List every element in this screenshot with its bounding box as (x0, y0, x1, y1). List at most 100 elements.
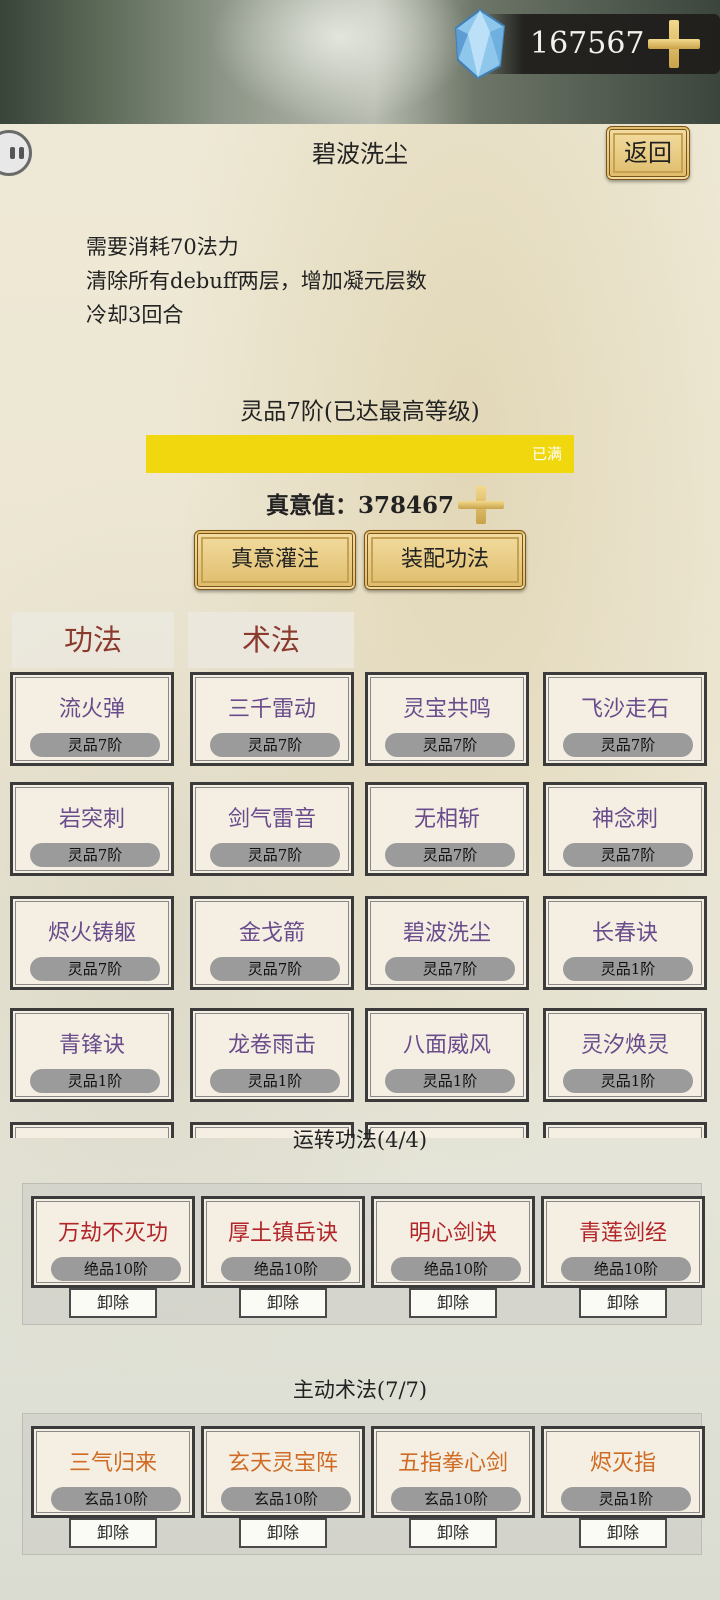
skill-card-name: 岩突刺 (58, 807, 125, 832)
slot-skill-grade: 玄品10阶 (51, 1487, 181, 1511)
progress-label: 已满 (531, 445, 562, 463)
skill-card[interactable]: 流火弹灵品7阶 (10, 672, 174, 766)
remove-button[interactable]: 卸除 (69, 1518, 157, 1548)
active-slot-card[interactable]: 烬灭指灵品1阶 (541, 1426, 705, 1518)
slot-skill-name: 玄天灵宝阵 (227, 1451, 338, 1476)
running-slots: 万劫不灭功 绝品10阶 卸除 厚土镇岳诀 绝品10阶 卸除 明心剑诀 绝品10阶 卸除 青莲剑经绝… (22, 1183, 705, 1325)
skill-card-grade: 灵品1阶 (563, 957, 693, 981)
slot-skill-grade: 玄品10阶 (391, 1487, 521, 1511)
skill-card-partial[interactable] (543, 1122, 707, 1138)
infuse-button[interactable]: 真意灌注 (194, 530, 356, 590)
remove-button[interactable]: 卸除 (239, 1288, 327, 1318)
skill-card-name: 金戈箭 (238, 921, 305, 946)
slot-skill-grade: 绝品10阶 (51, 1257, 181, 1281)
slot-skill-name: 厚土镇岳诀 (227, 1221, 338, 1246)
skill-card-partial[interactable] (10, 1122, 174, 1138)
skill-title: 碧波洗尘 (312, 140, 408, 168)
skill-desc-line-3: 冷却3回合 (86, 303, 184, 327)
slot-skill-name: 万劫不灭功 (57, 1221, 168, 1246)
skill-card-grade: 灵品1阶 (210, 1069, 340, 1093)
skill-card-name: 三千雷动 (227, 697, 316, 722)
skill-card-name: 烬火铸躯 (47, 921, 136, 946)
skill-card-name: 飞沙走石 (580, 697, 669, 722)
remove-button[interactable]: 卸除 (579, 1288, 667, 1318)
active-slot-card[interactable]: 玄天灵宝阵玄品10阶 (201, 1426, 365, 1518)
skill-card-name: 八面威风 (402, 1033, 491, 1058)
slot-skill-grade: 绝品10阶 (391, 1257, 521, 1281)
skill-card-name: 长春诀 (591, 921, 658, 946)
slot-skill-grade: 绝品10阶 (561, 1257, 691, 1281)
skill-card[interactable]: 碧波洗尘灵品7阶 (365, 896, 529, 990)
skill-card[interactable]: 无相斩灵品7阶 (365, 782, 529, 876)
skill-card-name: 灵汐焕灵 (580, 1033, 669, 1058)
skill-card-grade: 灵品7阶 (30, 957, 160, 981)
skill-card-grade: 灵品7阶 (30, 843, 160, 867)
running-slot-card[interactable]: 万劫不灭功绝品10阶 (31, 1196, 195, 1288)
skill-card-grade: 灵品7阶 (385, 733, 515, 757)
add-essence-icon[interactable] (458, 486, 504, 524)
skill-card-grade: 灵品7阶 (210, 733, 340, 757)
skill-card[interactable]: 烬火铸躯灵品7阶 (10, 896, 174, 990)
progress-fill (146, 435, 574, 473)
skill-card[interactable]: 岩突刺灵品7阶 (10, 782, 174, 876)
level-title: 灵品7阶(已达最高等级) (240, 399, 480, 425)
skill-card[interactable]: 神念刺灵品7阶 (543, 782, 707, 876)
skill-card-grade: 灵品7阶 (210, 843, 340, 867)
skill-card[interactable]: 龙卷雨击 灵品1阶 (190, 1008, 354, 1102)
active-slot-card[interactable]: 三气归来玄品10阶 (31, 1426, 195, 1518)
active-slots: 三气归来 玄品10阶 卸除 玄天灵宝阵 玄品10阶 卸除 五指拳心剑 玄品10阶 卸除 烬灭指 灵品… (22, 1413, 705, 1555)
skill-card-name: 剑气雷音 (227, 807, 316, 832)
slot-skill-name: 三气归来 (68, 1451, 157, 1476)
remove-button[interactable]: 卸除 (579, 1518, 667, 1548)
skill-card-grade: 灵品1阶 (30, 1069, 160, 1093)
skill-card[interactable]: 灵汐焕灵灵品1阶 (543, 1008, 707, 1102)
slot-skill-name: 青莲剑经 (578, 1221, 667, 1246)
skill-card-name: 流火弹 (58, 697, 125, 722)
skill-card-grade: 灵品1阶 (563, 1069, 693, 1093)
skill-card[interactable]: 青锋诀灵品1阶 (10, 1008, 174, 1102)
tab-shufa[interactable]: 术法 (188, 612, 354, 668)
slot-skill-grade: 灵品1阶 (561, 1487, 691, 1511)
skill-grid[interactable]: 流火弹 灵品7阶 三千雷动 灵品7阶 灵宝共鸣 灵品7阶 飞沙走石 灵品7阶 岩突刺 灵品7阶 剑气… (10, 672, 714, 1138)
equip-skill-button[interactable]: 装配功法 (364, 530, 526, 590)
currency-value: 167567 (530, 26, 645, 61)
running-section-title: 运转功法(4/4) (292, 1128, 428, 1152)
plus-icon[interactable] (648, 20, 700, 68)
slot-skill-grade: 绝品10阶 (221, 1257, 351, 1281)
remove-button[interactable]: 卸除 (69, 1288, 157, 1318)
back-button[interactable]: 返回 (606, 126, 690, 180)
skill-card-name: 青锋诀 (58, 1033, 125, 1058)
remove-button[interactable]: 卸除 (409, 1288, 497, 1318)
skill-card[interactable]: 长春诀灵品1阶 (543, 896, 707, 990)
tab-gongfa[interactable]: 功法 (12, 612, 174, 668)
skill-card[interactable]: 三千雷动灵品7阶 (190, 672, 354, 766)
skill-card-grade: 灵品7阶 (385, 957, 515, 981)
remove-button[interactable]: 卸除 (239, 1518, 327, 1548)
skill-card-name: 无相斩 (413, 807, 480, 832)
essence-value: 378467 (358, 492, 455, 519)
essence-display: 真意值：378467 (266, 486, 454, 526)
skill-card-grade: 灵品7阶 (563, 843, 693, 867)
skill-card-grade: 灵品7阶 (210, 957, 340, 981)
running-slot-card[interactable]: 明心剑诀 绝品10阶 (371, 1196, 535, 1288)
skill-card-grade: 灵品7阶 (30, 733, 160, 757)
skill-card-grade: 灵品7阶 (385, 843, 515, 867)
skill-desc-line-1: 需要消耗70法力 (86, 235, 239, 259)
skill-card-name: 灵宝共鸣 (402, 697, 491, 722)
slot-skill-name: 烬灭指 (589, 1451, 656, 1476)
active-slot-card[interactable]: 五指拳心剑玄品10阶 (371, 1426, 535, 1518)
skill-card-name: 碧波洗尘 (402, 921, 491, 946)
skill-card-name: 神念刺 (591, 807, 658, 832)
remove-button[interactable]: 卸除 (409, 1518, 497, 1548)
slot-skill-name: 五指拳心剑 (397, 1451, 508, 1476)
skill-card[interactable]: 灵宝共鸣灵品7阶 (365, 672, 529, 766)
skill-card[interactable]: 金戈箭灵品7阶 (190, 896, 354, 990)
diamond-gem-icon (454, 8, 506, 80)
skill-card[interactable]: 剑气雷音灵品7阶 (190, 782, 354, 876)
skill-card[interactable]: 飞沙走石 灵品7阶 (543, 672, 707, 766)
skill-card[interactable]: 八面威风 灵品1阶 (365, 1008, 529, 1102)
running-slot-card[interactable]: 厚土镇岳诀绝品10阶 (201, 1196, 365, 1288)
slot-skill-grade: 玄品10阶 (221, 1487, 351, 1511)
running-slot-card[interactable]: 青莲剑经绝品10阶 (541, 1196, 705, 1288)
level-progress-bar: 已满 (146, 435, 574, 473)
